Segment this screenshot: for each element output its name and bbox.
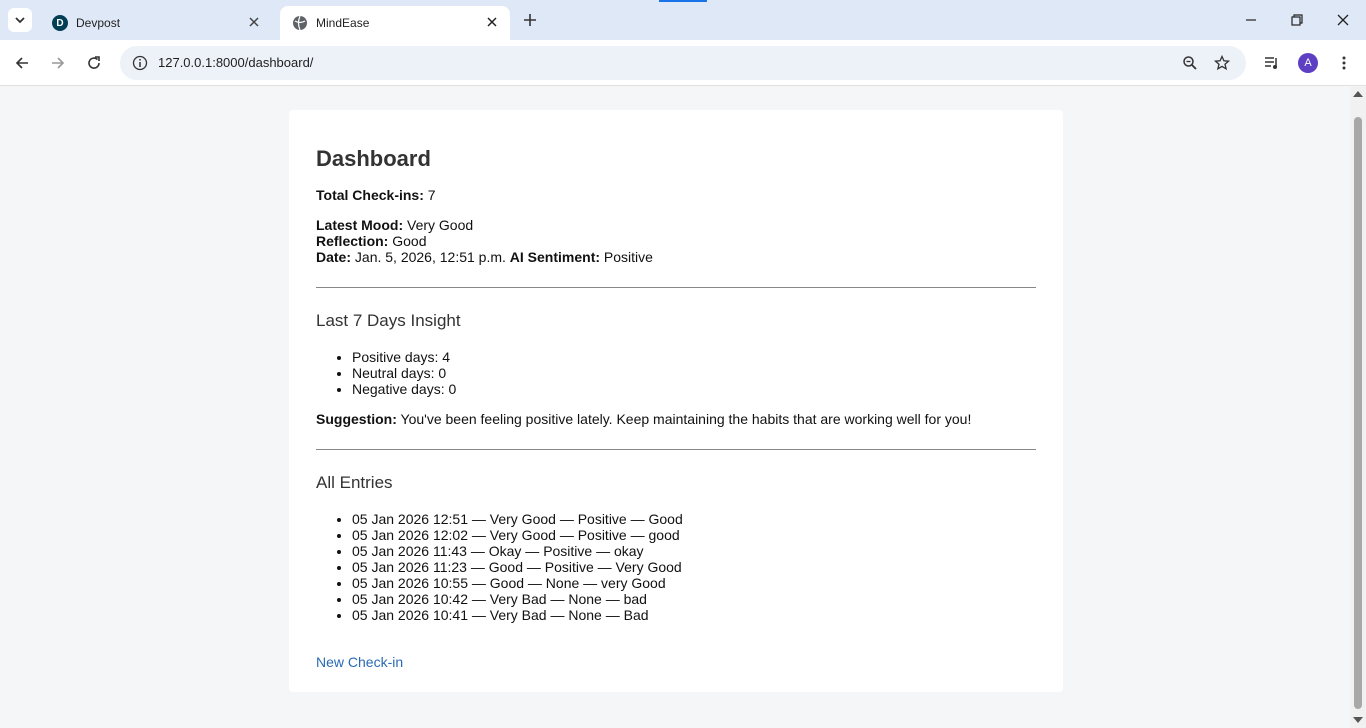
media-control-icon[interactable] (1260, 51, 1284, 75)
address-bar[interactable]: 127.0.0.1:8000/dashboard/ (120, 46, 1246, 80)
list-item: Neutral days: 0 (352, 365, 1036, 381)
insight-list: Positive days: 4 Neutral days: 0 Negativ… (352, 349, 1036, 397)
divider (316, 449, 1036, 450)
total-checkins: Total Check-ins: 7 (316, 187, 1036, 203)
devpost-favicon-letter: D (56, 17, 64, 29)
profile-avatar[interactable]: A (1296, 51, 1320, 75)
tab-devpost[interactable]: D Devpost (40, 6, 272, 40)
date-sentiment: Date: Jan. 5, 2026, 12:51 p.m. AI Sentim… (316, 249, 1036, 265)
dashboard-card: Dashboard Total Check-ins: 7 Latest Mood… (289, 110, 1063, 692)
back-arrow-icon[interactable] (10, 51, 34, 75)
list-item: Negative days: 0 (352, 381, 1036, 397)
suggestion: Suggestion: You've been feeling positive… (316, 411, 1036, 427)
scroll-down-arrow-icon[interactable] (1353, 717, 1363, 723)
new-checkin-link[interactable]: New Check-in (316, 654, 403, 670)
divider (316, 287, 1036, 288)
tab-title: MindEase (316, 16, 370, 30)
list-item: 05 Jan 2026 12:02 — Very Good — Positive… (352, 527, 1036, 543)
list-item: 05 Jan 2026 12:51 — Very Good — Positive… (352, 511, 1036, 527)
scroll-thumb[interactable] (1354, 117, 1362, 709)
entries-heading: All Entries (316, 473, 393, 492)
total-checkins-value: 7 (427, 187, 436, 203)
ai-sentiment-value: Positive (603, 249, 653, 265)
zoom-icon[interactable] (1178, 51, 1202, 75)
reflection-label: Reflection: (316, 233, 389, 249)
entries-list: 05 Jan 2026 12:51 — Very Good — Positive… (352, 511, 1036, 623)
list-item: 05 Jan 2026 11:23 — Good — Positive — Ve… (352, 559, 1036, 575)
reflection-value: Good (392, 233, 427, 249)
tab-strip-indicator (659, 0, 707, 2)
new-tab-plus-icon[interactable] (520, 10, 540, 30)
date-label: Date: (316, 249, 352, 265)
list-item: 05 Jan 2026 10:55 — Good — None — very G… (352, 575, 1036, 591)
latest-mood: Latest Mood: Very Good (316, 217, 1036, 233)
suggestion-label: Suggestion: (316, 411, 397, 427)
browser-toolbar: 127.0.0.1:8000/dashboard/ A (0, 40, 1366, 86)
date-value: Jan. 5, 2026, 12:51 p.m. (354, 249, 506, 265)
profile-initial: A (1304, 57, 1312, 69)
scroll-up-arrow-icon[interactable] (1353, 91, 1363, 97)
more-menu-icon[interactable] (1332, 51, 1356, 75)
chevron-down-icon (15, 17, 25, 24)
tab-strip: D Devpost MindEase (0, 0, 1366, 40)
total-checkins-label: Total Check-ins: (316, 187, 424, 203)
close-tab-icon[interactable] (246, 14, 262, 30)
page-title: Dashboard (316, 146, 431, 171)
restore-icon[interactable] (1285, 8, 1309, 32)
list-item: 05 Jan 2026 10:42 — Very Bad — None — ba… (352, 591, 1036, 607)
tab-mindease[interactable]: MindEase (280, 6, 510, 40)
reload-icon[interactable] (82, 51, 106, 75)
reflection: Reflection: Good (316, 233, 1036, 249)
list-item: 05 Jan 2026 11:43 — Okay — Positive — ok… (352, 543, 1036, 559)
tab-search-button[interactable] (8, 8, 32, 32)
page-scrollbar[interactable] (1350, 87, 1366, 728)
close-tab-icon[interactable] (484, 14, 500, 30)
devpost-favicon-icon: D (52, 15, 68, 31)
suggestion-text: You've been feeling positive lately. Kee… (400, 411, 972, 427)
bookmark-star-icon[interactable] (1210, 51, 1234, 75)
latest-mood-label: Latest Mood: (316, 217, 404, 233)
tab-title: Devpost (76, 16, 121, 30)
list-item: Positive days: 4 (352, 349, 1036, 365)
list-item: 05 Jan 2026 10:41 — Very Bad — None — Ba… (352, 607, 1036, 623)
url-text[interactable]: 127.0.0.1:8000/dashboard/ (158, 55, 313, 70)
forward-arrow-icon[interactable] (46, 51, 70, 75)
close-window-icon[interactable] (1331, 8, 1355, 32)
latest-mood-value: Very Good (407, 217, 474, 233)
site-info-icon[interactable] (128, 51, 152, 75)
insight-heading: Last 7 Days Insight (316, 311, 461, 330)
ai-sentiment-label: AI Sentiment: (509, 249, 601, 265)
minimize-icon[interactable] (1239, 8, 1263, 32)
globe-icon (292, 15, 308, 31)
